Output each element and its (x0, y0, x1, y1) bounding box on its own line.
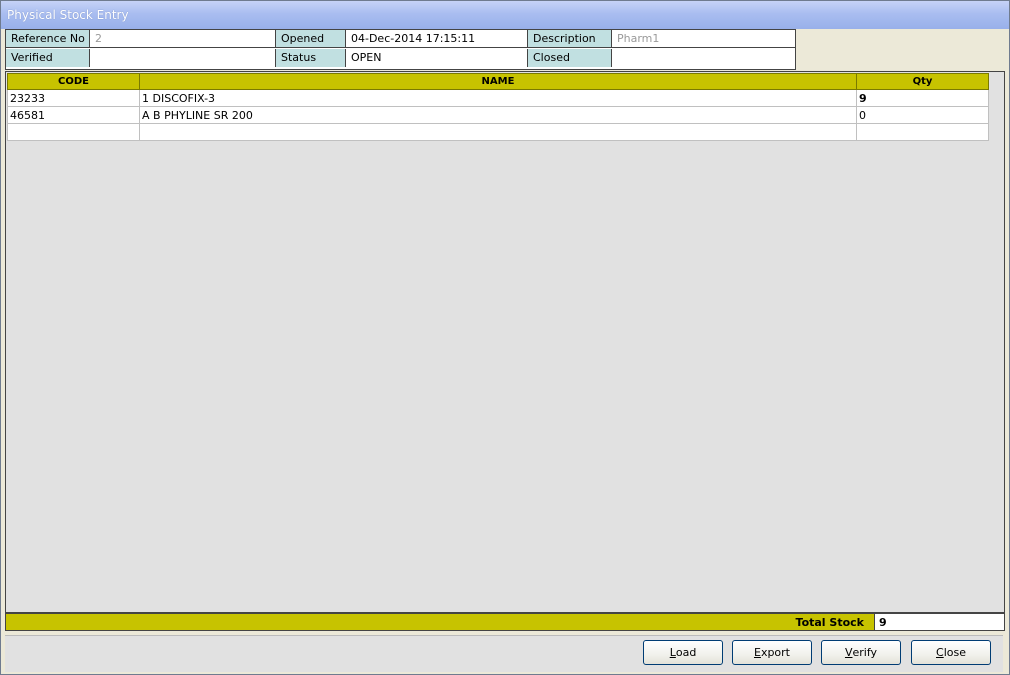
opened-field: 04-Dec-2014 17:15:11 (346, 30, 528, 48)
load-button[interactable]: Load (643, 640, 723, 665)
export-button[interactable]: Export (732, 640, 812, 665)
column-header-qty[interactable]: Qty (856, 73, 989, 90)
column-header-name[interactable]: NAME (139, 73, 857, 90)
cell-code[interactable] (7, 123, 140, 141)
closed-field (612, 49, 795, 67)
load-button-label: oad (675, 646, 697, 659)
verified-label: Verified (6, 49, 90, 67)
verify-button-label: erify (852, 646, 878, 659)
export-button-label: xport (760, 646, 790, 659)
cell-qty[interactable]: 9 (856, 89, 989, 107)
table-row[interactable]: 46581 A B PHYLINE SR 200 0 (7, 106, 989, 124)
window-title: Physical Stock Entry (7, 8, 129, 22)
opened-label: Opened (276, 30, 346, 48)
table-row[interactable] (7, 123, 989, 141)
reference-no-field[interactable]: 2 (90, 30, 276, 48)
cell-code[interactable]: 23233 (7, 89, 140, 107)
close-button[interactable]: Close (911, 640, 991, 665)
verify-button-mnemonic: V (844, 646, 853, 659)
header-info-panel: Reference No 2 Opened 04-Dec-2014 17:15:… (5, 29, 796, 70)
verified-field (90, 49, 276, 67)
closed-label: Closed (528, 49, 612, 67)
cell-qty[interactable] (856, 123, 989, 141)
total-stock-label: Total Stock (795, 616, 864, 629)
reference-no-label: Reference No (6, 30, 90, 48)
stock-grid: CODE NAME Qty 23233 1 DISCOFIX-3 9 46581… (7, 73, 989, 141)
description-label: Description (528, 30, 612, 48)
button-bar: Load Export Verify Close (5, 635, 1003, 672)
physical-stock-entry-window: Physical Stock Entry Reference No 2 Open… (0, 0, 1010, 675)
grid-header-row: CODE NAME Qty (7, 73, 989, 90)
cell-name[interactable]: 1 DISCOFIX-3 (139, 89, 857, 107)
column-header-code[interactable]: CODE (7, 73, 140, 90)
cell-name[interactable] (139, 123, 857, 141)
total-stock-bar: Total Stock 9 (5, 613, 1005, 631)
table-row[interactable]: 23233 1 DISCOFIX-3 9 (7, 89, 989, 107)
verify-button[interactable]: Verify (821, 640, 901, 665)
cell-name[interactable]: A B PHYLINE SR 200 (139, 106, 857, 124)
export-button-mnemonic: E (753, 646, 761, 659)
status-field: OPEN (346, 49, 528, 67)
cell-qty[interactable]: 0 (856, 106, 989, 124)
close-button-label: lose (943, 646, 966, 659)
status-label: Status (276, 49, 346, 67)
description-field[interactable]: Pharm1 (612, 30, 795, 48)
total-stock-value: 9 (874, 614, 1004, 630)
close-button-mnemonic: C (936, 646, 944, 659)
cell-code[interactable]: 46581 (7, 106, 140, 124)
title-bar[interactable]: Physical Stock Entry (1, 1, 1009, 29)
stock-grid-area[interactable]: CODE NAME Qty 23233 1 DISCOFIX-3 9 46581… (5, 71, 1005, 613)
